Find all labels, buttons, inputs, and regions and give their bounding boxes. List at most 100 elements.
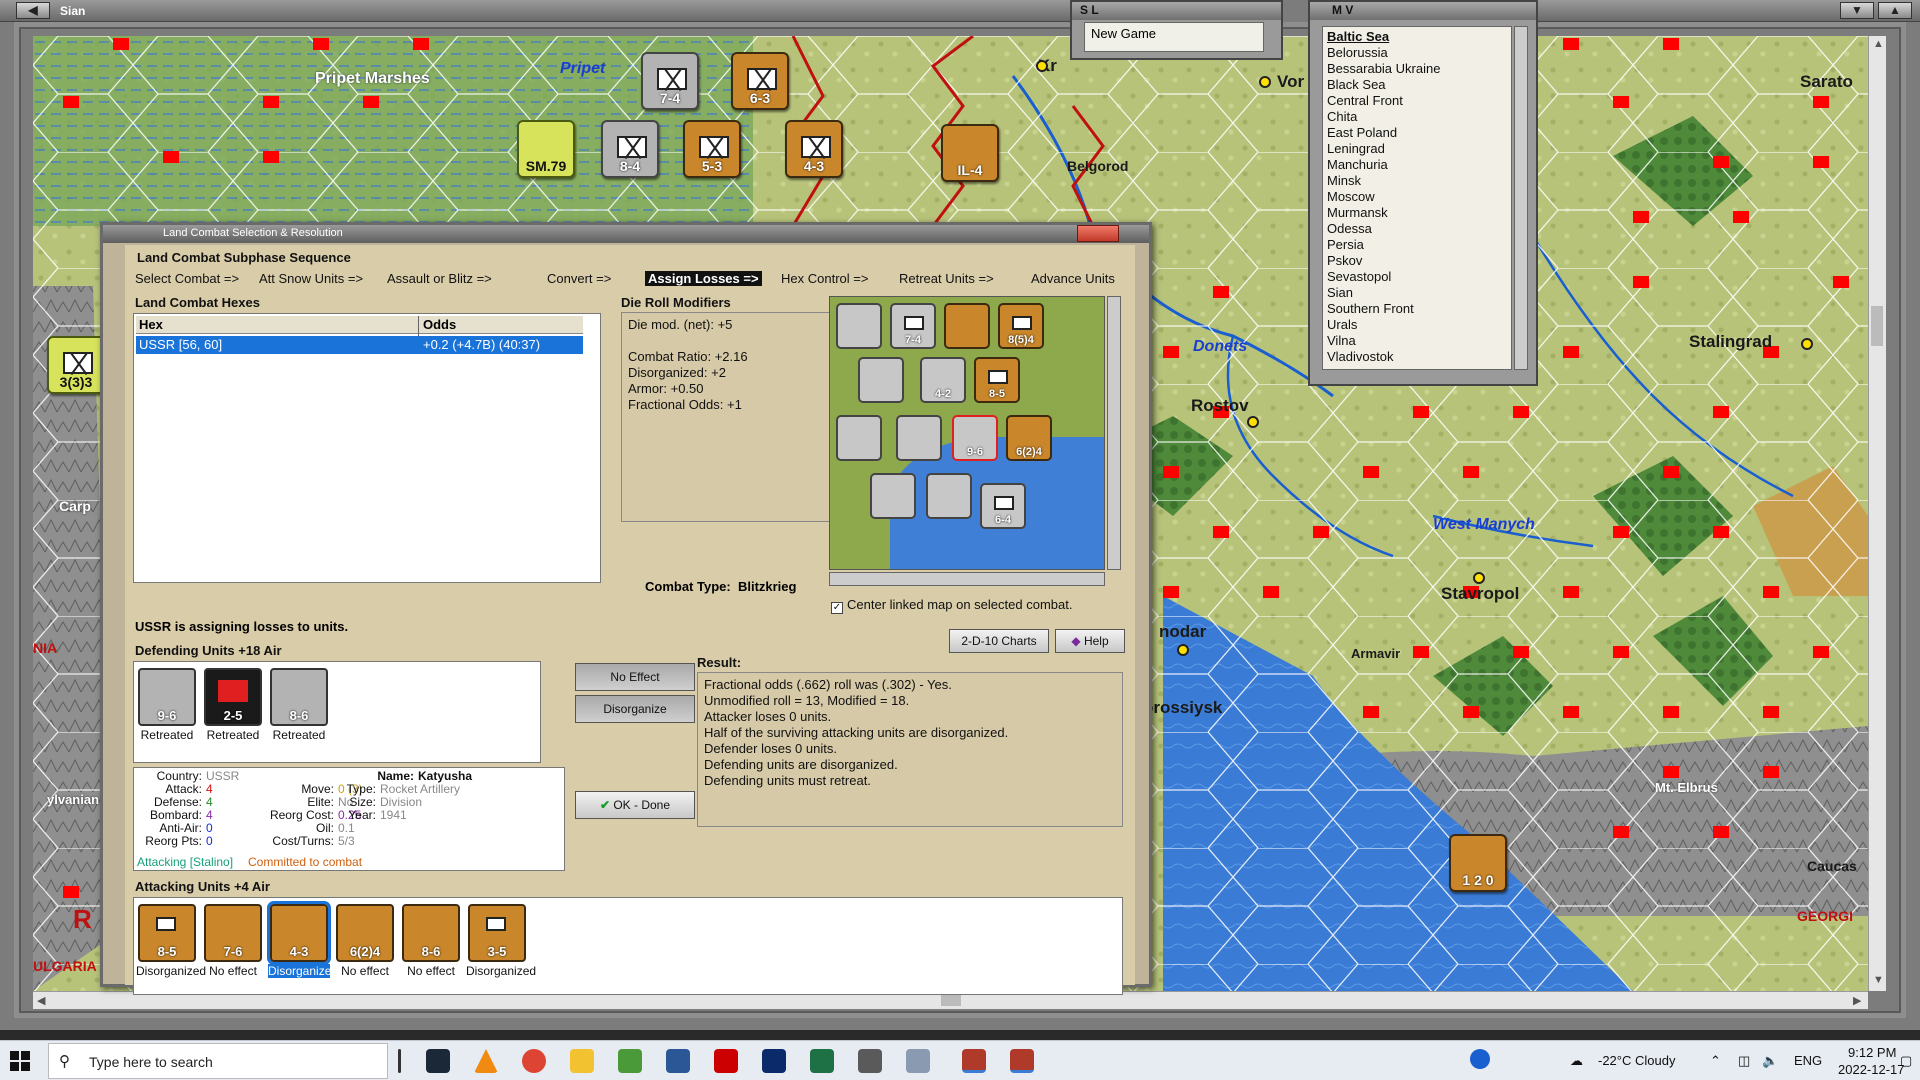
notepad-icon[interactable]: [618, 1049, 642, 1073]
maximize-button[interactable]: ▲: [1878, 2, 1912, 19]
volume-icon[interactable]: 🔈: [1762, 1053, 1778, 1069]
map-view-scrollbar[interactable]: [1514, 26, 1528, 370]
mini-air-counter[interactable]: [944, 303, 990, 349]
list-item[interactable]: Sian: [1327, 285, 1507, 301]
steam-icon[interactable]: [426, 1049, 450, 1073]
mini-air-counter[interactable]: [896, 415, 942, 461]
city-kr[interactable]: [1036, 60, 1048, 72]
task-view-icon[interactable]: [398, 1049, 401, 1073]
vlc-icon[interactable]: [474, 1049, 498, 1073]
mini-air-counter[interactable]: [926, 473, 972, 519]
combat-hex-table[interactable]: Hex Odds USSR [56, 60] +0.2 (+4.7B) (40:…: [133, 313, 601, 583]
mini-air-counter[interactable]: [858, 357, 904, 403]
charts-button[interactable]: 2-D-10 Charts: [949, 629, 1049, 653]
unit-counter[interactable]: 4-3: [267, 901, 331, 965]
mini-air-counter[interactable]: [836, 415, 882, 461]
list-item[interactable]: Sevastopol: [1327, 269, 1507, 285]
attacking-unit[interactable]: 3-5 Disorganized: [466, 904, 536, 978]
map-counter[interactable]: 8-4: [601, 120, 659, 178]
list-item[interactable]: Baltic Sea: [1327, 29, 1507, 45]
unit-counter[interactable]: 9-6: [138, 668, 196, 726]
language-indicator[interactable]: ENG: [1794, 1053, 1822, 1068]
list-item[interactable]: Bessarabia Ukraine: [1327, 61, 1507, 77]
new-game-item[interactable]: New Game: [1091, 26, 1156, 41]
map-window-titlebar[interactable]: ◀ Sian: [0, 0, 1070, 22]
defending-unit[interactable]: 8-6 Retreated: [268, 668, 330, 742]
list-item[interactable]: Central Front: [1327, 93, 1507, 109]
unit-counter[interactable]: 6(2)4: [336, 904, 394, 962]
table-row[interactable]: USSR [56, 60] +0.2 (+4.7B) (40:37): [136, 336, 583, 354]
partisan-counter[interactable]: 1 2 0: [1449, 834, 1507, 892]
map-counter[interactable]: 4-3: [785, 120, 843, 178]
mini-counter[interactable]: 8-5: [974, 357, 1020, 403]
mini-counter[interactable]: 6(2)4: [1006, 415, 1052, 461]
file-explorer-icon[interactable]: [570, 1049, 594, 1073]
notifications-icon[interactable]: ▢: [1900, 1053, 1912, 1069]
word-icon[interactable]: [666, 1049, 690, 1073]
defending-unit[interactable]: 9-6 Retreated: [136, 668, 198, 742]
map-counter[interactable]: 6-3: [731, 52, 789, 110]
excel-icon[interactable]: [810, 1049, 834, 1073]
city-rostov[interactable]: [1247, 416, 1259, 428]
game-icon[interactable]: [962, 1049, 986, 1073]
map-vertical-scrollbar[interactable]: ▲ ▼: [1868, 36, 1886, 991]
close-button[interactable]: [1077, 225, 1119, 242]
taskbar-search[interactable]: ⚲ Type here to search: [48, 1043, 388, 1079]
mini-counter[interactable]: 6-4: [980, 483, 1026, 529]
weather-text[interactable]: -22°C Cloudy: [1598, 1053, 1675, 1068]
mini-counter[interactable]: 4-2: [920, 357, 966, 403]
map-counter[interactable]: 3(3)3: [47, 336, 105, 394]
mini-air-counter[interactable]: [836, 303, 882, 349]
unit-counter[interactable]: 2-5: [204, 668, 262, 726]
chevron-up-icon[interactable]: ⌃: [1710, 1053, 1721, 1069]
map-hscroll-thumb[interactable]: [941, 994, 961, 1006]
unit-counter[interactable]: 7-6: [204, 904, 262, 962]
city-vor[interactable]: [1259, 76, 1271, 88]
list-item[interactable]: Black Sea: [1327, 77, 1507, 93]
attacking-unit[interactable]: 8-5 Disorganized: [136, 904, 206, 978]
network-icon[interactable]: ◫: [1738, 1053, 1750, 1069]
city-nodar[interactable]: [1177, 644, 1189, 656]
unit-counter[interactable]: 8-6: [270, 668, 328, 726]
mini-air-counter[interactable]: [870, 473, 916, 519]
list-item[interactable]: Murmansk: [1327, 205, 1507, 221]
sl-window-title[interactable]: S L: [1072, 2, 1281, 20]
list-item[interactable]: Vilna: [1327, 333, 1507, 349]
list-item[interactable]: Pskov: [1327, 253, 1507, 269]
center-linked-checkbox[interactable]: ✓ Center linked map on selected combat.: [831, 597, 1072, 614]
linked-mini-map[interactable]: 7-4 8(5)4 4-2 8-5 9-6 6(2)4 6-4: [829, 296, 1105, 570]
clock-date[interactable]: 2022-12-17: [1838, 1062, 1905, 1077]
windows-start-icon[interactable]: [10, 1051, 30, 1071]
list-item[interactable]: Persia: [1327, 237, 1507, 253]
list-item[interactable]: Minsk: [1327, 173, 1507, 189]
list-item[interactable]: East Poland: [1327, 125, 1507, 141]
chrome-icon[interactable]: [522, 1049, 546, 1073]
list-item[interactable]: Chita: [1327, 109, 1507, 125]
disorganize-button[interactable]: Disorganize: [575, 695, 695, 723]
city-stalingrad[interactable]: [1801, 338, 1813, 350]
list-item[interactable]: Urals: [1327, 317, 1507, 333]
checkbox-checked-icon[interactable]: ✓: [831, 602, 843, 614]
attacking-unit-selected[interactable]: 4-3 Disorganized: [267, 901, 338, 978]
no-effect-button[interactable]: No Effect: [575, 663, 695, 691]
mv-window-title[interactable]: M V: [1310, 2, 1536, 20]
defending-unit[interactable]: 2-5 Retreated: [202, 668, 264, 742]
list-item[interactable]: Southern Front: [1327, 301, 1507, 317]
dialog-titlebar[interactable]: Land Combat Selection & Resolution: [103, 225, 1149, 243]
mini-selected-counter[interactable]: 9-6: [952, 415, 998, 461]
ok-done-button[interactable]: ✔ OK - Done: [575, 791, 695, 819]
help-tray-icon[interactable]: [1470, 1049, 1490, 1069]
system-menu-button[interactable]: ◀: [16, 2, 50, 19]
minimize-button[interactable]: ▼: [1840, 2, 1874, 19]
list-item[interactable]: Belorussia: [1327, 45, 1507, 61]
unit-counter[interactable]: 3-5: [468, 904, 526, 962]
air-counter[interactable]: IL-4: [941, 124, 999, 182]
list-item[interactable]: Vladivostok: [1327, 349, 1507, 365]
list-item[interactable]: Moscow: [1327, 189, 1507, 205]
sl-list[interactable]: New Game: [1084, 22, 1264, 52]
help-button[interactable]: ◆ Help: [1055, 629, 1125, 653]
map-view-list[interactable]: Baltic Sea Belorussia Bessarabia Ukraine…: [1322, 26, 1512, 370]
game-icon-active[interactable]: [1010, 1049, 1034, 1073]
list-item[interactable]: Leningrad: [1327, 141, 1507, 157]
city-stavropol[interactable]: [1473, 572, 1485, 584]
